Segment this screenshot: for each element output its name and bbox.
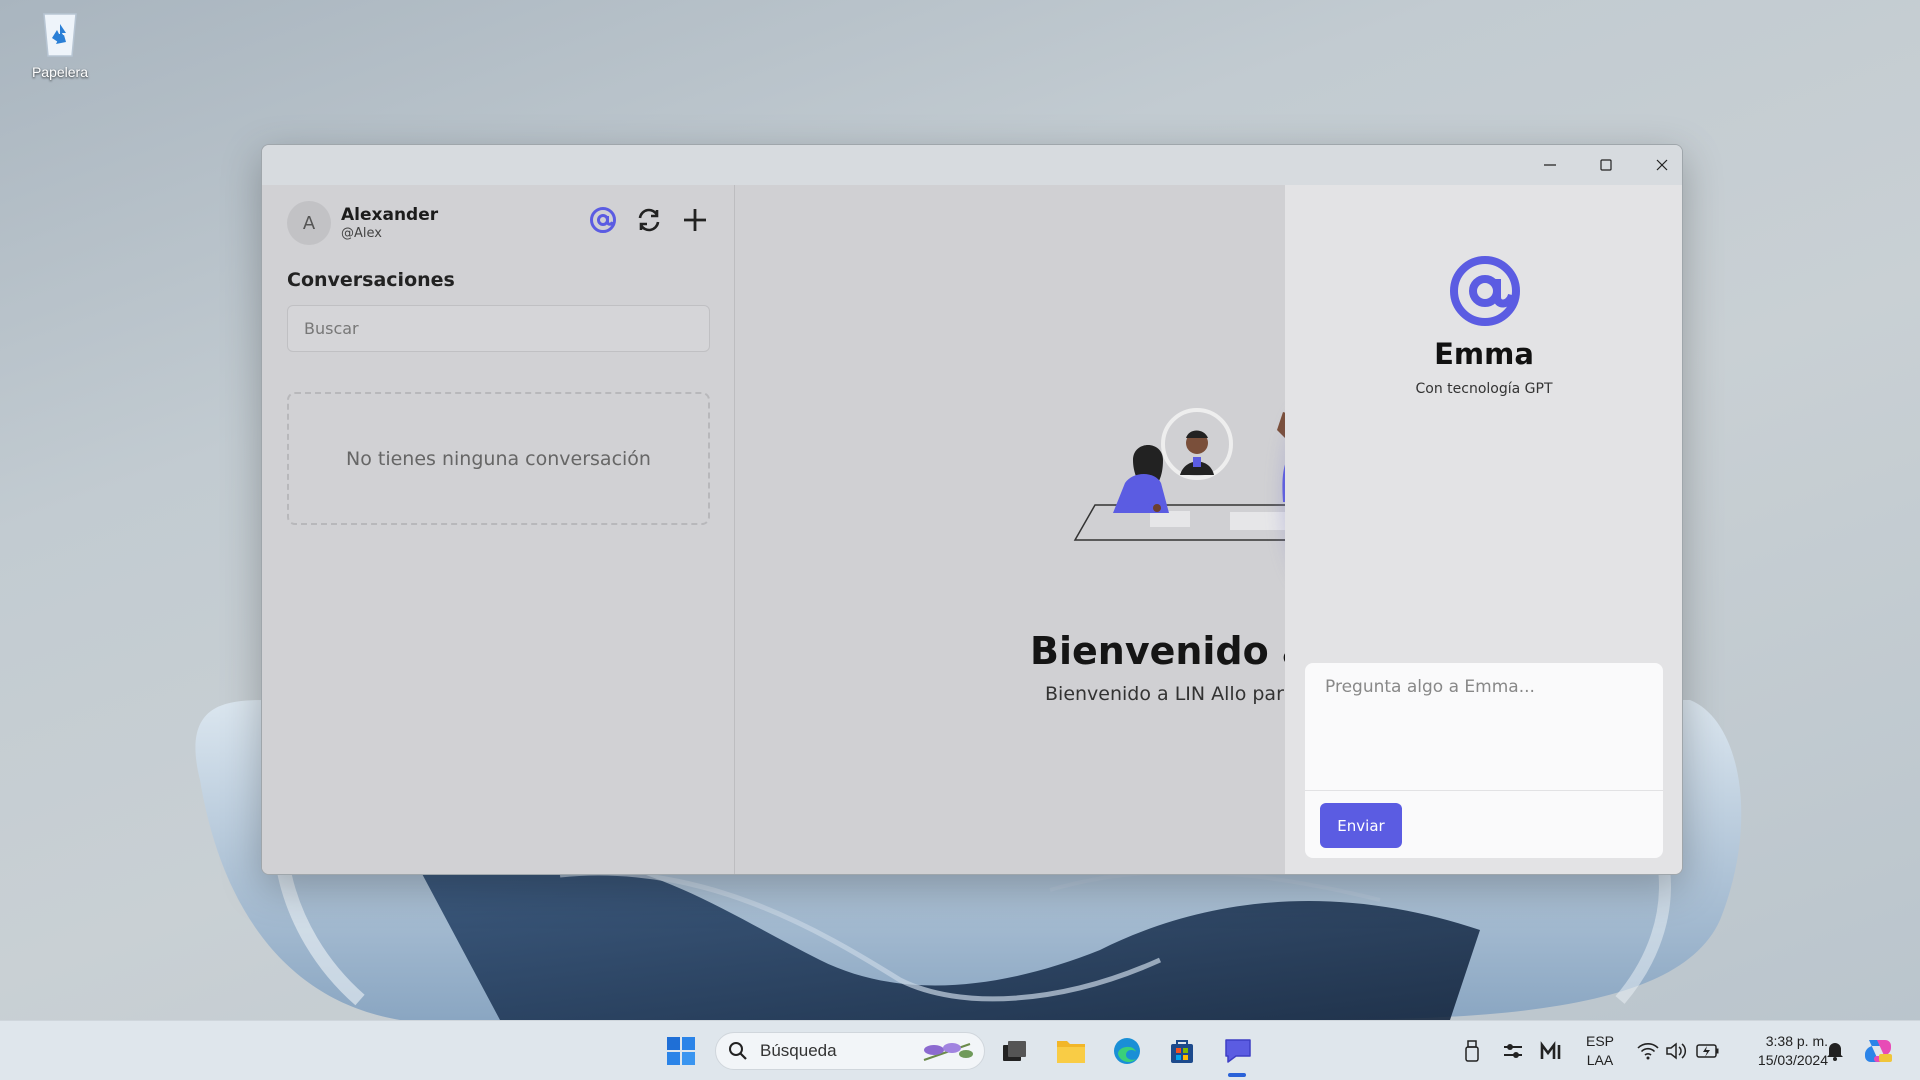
sidebar: A Alexander @Alex Conversaciones Buscar … (262, 185, 735, 874)
lavender-icon (923, 1043, 973, 1061)
ask-box: Pregunta algo a Emma... Enviar (1305, 663, 1663, 858)
ask-input[interactable]: Pregunta algo a Emma... (1305, 663, 1663, 791)
windows-icon (667, 1037, 695, 1065)
keyboard-layout: LAA (1586, 1052, 1614, 1068)
clock[interactable]: 3:38 p. m. 15/03/2024 (1728, 1032, 1828, 1070)
search-icon (729, 1042, 747, 1060)
welcome-illustration (1055, 390, 1285, 594)
active-app-indicator (1228, 1073, 1246, 1077)
task-view-icon[interactable] (995, 1031, 1035, 1071)
recycle-bin-icon (36, 8, 84, 60)
send-button[interactable]: Enviar (1320, 803, 1402, 848)
emma-subtitle: Con tecnología GPT (1415, 381, 1553, 397)
emma-logo-icon (1447, 253, 1523, 329)
user-handle: @Alex (341, 226, 382, 241)
maximize-icon (1600, 159, 1612, 171)
notification-bell-icon[interactable] (1815, 1031, 1855, 1071)
at-icon[interactable] (588, 205, 618, 235)
minimize-icon (1544, 164, 1556, 166)
recycle-bin[interactable]: Papelera (22, 8, 98, 80)
main-content: Bienvenido a L Bienvenido a LIN Allo par… (735, 185, 1285, 874)
language-indicator[interactable]: ESP LAA (1580, 1032, 1620, 1070)
close-button[interactable] (1634, 145, 1682, 185)
empty-conversations: No tienes ninguna conversación (287, 392, 710, 525)
search-input[interactable]: Buscar (287, 305, 710, 352)
usb-icon[interactable] (1452, 1031, 1492, 1071)
user-profile[interactable]: A Alexander @Alex (287, 201, 438, 245)
user-name: Alexander (341, 205, 439, 225)
copilot-icon[interactable] (1858, 1031, 1898, 1071)
file-explorer-icon[interactable] (1051, 1031, 1091, 1071)
avatar: A (287, 201, 331, 245)
app-tray-icon[interactable] (1531, 1031, 1571, 1071)
language-code: ESP (1585, 1033, 1614, 1049)
welcome-title: Bienvenido a L (1030, 629, 1285, 673)
conversations-heading: Conversaciones (287, 269, 455, 291)
plus-icon[interactable] (680, 205, 710, 235)
emma-panel: Emma Con tecnología GPT Pregunta algo a … (1285, 185, 1682, 874)
taskbar-search[interactable]: Búsqueda (715, 1032, 985, 1070)
clock-time: 3:38 p. m. (1765, 1033, 1828, 1049)
welcome-subtitle: Bienvenido a LIN Allo para (1045, 683, 1285, 705)
settings-sliders-icon[interactable] (1493, 1031, 1533, 1071)
recycle-bin-label: Papelera (31, 64, 89, 80)
edge-icon[interactable] (1107, 1031, 1147, 1071)
start-button[interactable] (661, 1031, 701, 1071)
app-window: A Alexander @Alex Conversaciones Buscar … (261, 144, 1683, 875)
close-icon (1656, 159, 1668, 171)
minimize-button[interactable] (1522, 145, 1578, 185)
title-bar (262, 145, 1682, 185)
store-icon[interactable] (1162, 1031, 1202, 1071)
battery-icon[interactable] (1688, 1031, 1728, 1071)
taskbar: Búsqueda ESP LAA 3:38 p. m. 15/03/2024 (0, 1020, 1920, 1080)
refresh-icon[interactable] (634, 205, 664, 235)
maximize-button[interactable] (1578, 145, 1634, 185)
emma-name: Emma (1434, 337, 1534, 371)
clock-date: 15/03/2024 (1757, 1052, 1828, 1068)
chat-app-icon[interactable] (1218, 1031, 1258, 1071)
taskbar-search-text: Búsqueda (760, 1041, 837, 1060)
